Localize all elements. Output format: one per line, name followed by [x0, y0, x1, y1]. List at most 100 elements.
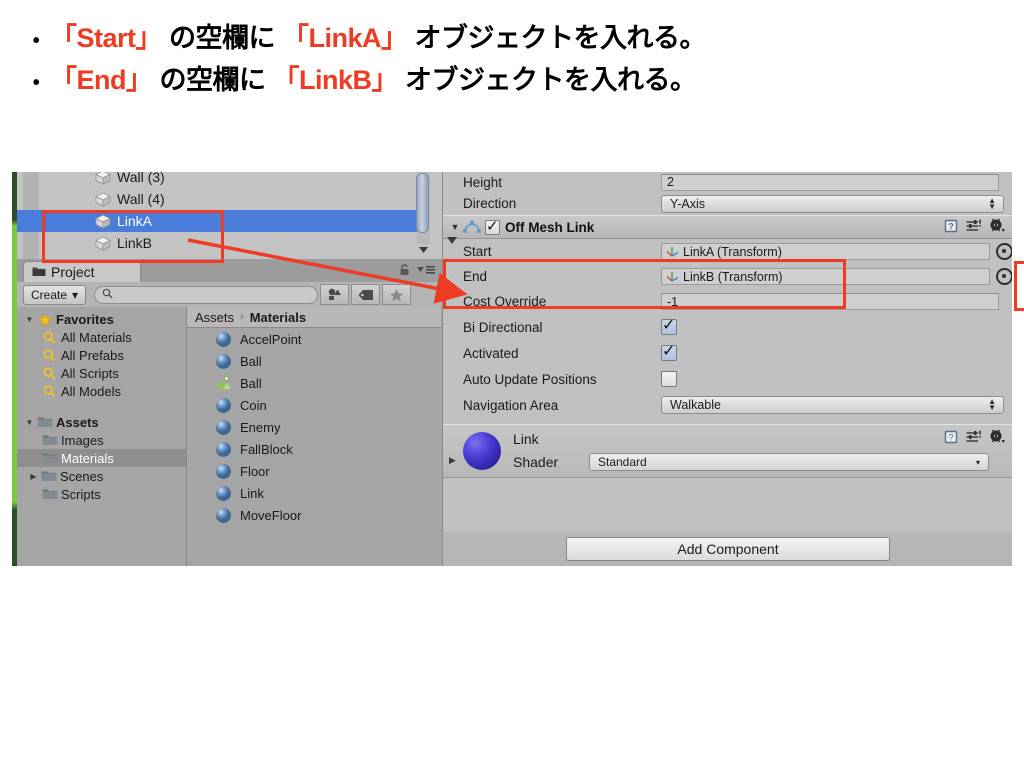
- add-component-area: Add Component: [443, 532, 1012, 566]
- triangle-down-icon[interactable]: [445, 234, 459, 249]
- asset-item-floor[interactable]: Floor: [187, 460, 441, 482]
- asset-item-enemy[interactable]: Enemy: [187, 416, 441, 438]
- bullet-text-1: 「Start」 の空欄に 「LinkA」 オブジェクトを入れる。: [50, 18, 707, 60]
- inspector-label-cost-override: Cost Override: [463, 294, 547, 309]
- component-enabled-checkbox[interactable]: [485, 217, 500, 235]
- add-component-button[interactable]: Add Component: [566, 537, 890, 561]
- asset-item-movefloor[interactable]: MoveFloor: [187, 504, 441, 526]
- help-book-icon[interactable]: ?: [944, 430, 958, 447]
- end-object-picker-icon[interactable]: [996, 268, 1012, 285]
- cube-icon: [95, 236, 111, 251]
- unity-editor-screenshot: Wall (3) Wall (4) LinkA LinkB Project Cr…: [12, 172, 1012, 566]
- physic-material-icon: [215, 375, 235, 392]
- search-icon: [41, 366, 58, 380]
- tree-item-all-scripts[interactable]: All Scripts: [17, 364, 186, 382]
- triangle-down-icon[interactable]: ▼: [447, 222, 463, 232]
- direction-dropdown[interactable]: Y-Axis ▲ ▼: [661, 194, 1004, 213]
- tree-item-assets[interactable]: ▼ Assets: [17, 413, 186, 431]
- help-book-icon[interactable]: ?: [944, 219, 958, 236]
- folder-icon: [32, 264, 46, 280]
- triangle-down-icon[interactable]: [416, 242, 431, 257]
- asset-item-label: Enemy: [240, 419, 281, 435]
- tab-project[interactable]: Project: [23, 261, 141, 282]
- shader-value: Standard: [598, 455, 647, 469]
- gear-icon[interactable]: [989, 218, 1005, 236]
- hierarchy-scrollbar-thumb[interactable]: [416, 173, 429, 233]
- bullet-item-2: • 「End」 の空欄に 「LinkB」 オブジェクトを入れる。: [22, 60, 1002, 102]
- inspector-label-end: End: [463, 269, 488, 284]
- asset-item-link[interactable]: Link: [187, 482, 441, 504]
- project-folder-tree[interactable]: ▼ Favorites All Materials All Prefabs Al…: [17, 307, 187, 566]
- label-tag-icon[interactable]: [351, 284, 381, 305]
- tree-item-all-models[interactable]: All Models: [17, 382, 186, 400]
- hamburger-menu-icon[interactable]: [416, 264, 436, 278]
- material-sphere-icon: [215, 507, 235, 524]
- start-object-picker-icon[interactable]: [996, 243, 1012, 260]
- cost-override-field[interactable]: -1: [661, 293, 999, 310]
- start-object-field[interactable]: LinkA (Transform): [661, 243, 991, 260]
- height-field[interactable]: 2: [661, 173, 999, 191]
- gear-icon[interactable]: [989, 429, 1005, 447]
- asset-item-ball-material[interactable]: Ball: [187, 350, 441, 372]
- inspector-row-auto-update-positions: Auto Update Positions: [443, 366, 1012, 392]
- component-header-off-mesh-link[interactable]: ▼ Off Mesh Link ?: [443, 215, 1012, 239]
- auto-update-positions-checkbox[interactable]: [661, 371, 677, 387]
- project-tab-bar: Project: [17, 259, 442, 283]
- triangle-right-icon[interactable]: ▶: [27, 472, 40, 481]
- search-input[interactable]: [94, 285, 319, 304]
- asset-item-accelpoint[interactable]: AccelPoint: [187, 328, 441, 350]
- activated-checkbox[interactable]: [661, 341, 677, 361]
- tree-item-scenes[interactable]: ▶ Scenes: [17, 467, 186, 485]
- cube-icon: [95, 172, 111, 185]
- end-object-value: LinkB (Transform): [683, 269, 783, 284]
- tab-project-label: Project: [51, 264, 95, 280]
- triangle-right-icon[interactable]: ▶: [449, 455, 456, 466]
- material-sphere-icon: [215, 353, 235, 370]
- updown-arrows-icon: ▲ ▼: [988, 195, 996, 211]
- material-sphere-icon: [215, 331, 235, 348]
- tree-item-scripts[interactable]: Scripts: [17, 485, 186, 503]
- hierarchy-row-wall4[interactable]: Wall (4): [17, 188, 426, 210]
- add-component-label: Add Component: [677, 541, 779, 557]
- inspector-row-height: Height 2: [443, 172, 1012, 192]
- tree-item-favorites[interactable]: ▼ Favorites: [17, 310, 186, 328]
- inspector-label-start: Start: [463, 244, 492, 259]
- triangle-down-icon[interactable]: ▼: [23, 315, 36, 324]
- navigation-area-dropdown[interactable]: Walkable ▲ ▼: [661, 396, 1004, 414]
- asset-item-coin[interactable]: Coin: [187, 394, 441, 416]
- tree-item-label: Favorites: [56, 311, 114, 327]
- asset-item-fallblock[interactable]: FallBlock: [187, 438, 441, 460]
- project-asset-list[interactable]: Assets › Materials AccelPoint Ball Ball …: [187, 307, 441, 566]
- tree-item-all-prefabs[interactable]: All Prefabs: [17, 346, 186, 364]
- tree-item-label: Assets: [56, 414, 99, 430]
- asset-item-label: Floor: [240, 463, 270, 479]
- breadcrumb-root[interactable]: Assets: [195, 310, 234, 325]
- create-button[interactable]: Create ▾: [23, 284, 87, 305]
- preset-slider-icon[interactable]: [966, 430, 981, 447]
- tree-item-images[interactable]: Images: [17, 431, 186, 449]
- hierarchy-row-wall3[interactable]: Wall (3): [17, 172, 426, 188]
- project-panel: Project Create ▾ ▼ Favorites All Materia…: [17, 259, 442, 566]
- triangle-down-icon[interactable]: ▼: [23, 418, 36, 427]
- star-favorite-icon[interactable]: [382, 284, 412, 305]
- inspector-row-bi-directional: Bi Directional: [443, 314, 1012, 340]
- preset-slider-icon[interactable]: [966, 219, 981, 236]
- material-sphere-icon: [215, 441, 235, 458]
- bi-directional-checkbox[interactable]: [661, 315, 677, 335]
- transform-axis-icon: [666, 269, 680, 285]
- folder-icon: [41, 488, 58, 500]
- asset-item-label: MoveFloor: [240, 507, 302, 523]
- padlock-icon[interactable]: [399, 263, 410, 279]
- shapes-filter-icon[interactable]: [320, 284, 350, 305]
- asset-item-ball-physic[interactable]: Ball: [187, 372, 441, 394]
- tree-item-materials[interactable]: Materials: [17, 449, 186, 467]
- tree-item-all-materials[interactable]: All Materials: [17, 328, 186, 346]
- bullet-1-seg-3: 「LinkA」: [282, 23, 408, 53]
- shader-dropdown[interactable]: Standard ▾: [589, 453, 989, 471]
- hierarchy-row-linkb[interactable]: LinkB: [17, 232, 426, 254]
- hierarchy-row-linka[interactable]: LinkA: [17, 210, 426, 232]
- end-object-field[interactable]: LinkB (Transform): [661, 268, 991, 285]
- inspector-row-cost-override: Cost Override -1: [443, 289, 1012, 314]
- bullet-2-seg-4: オブジェクトを入れる。: [398, 64, 697, 95]
- hierarchy-panel[interactable]: Wall (3) Wall (4) LinkA LinkB: [17, 172, 443, 259]
